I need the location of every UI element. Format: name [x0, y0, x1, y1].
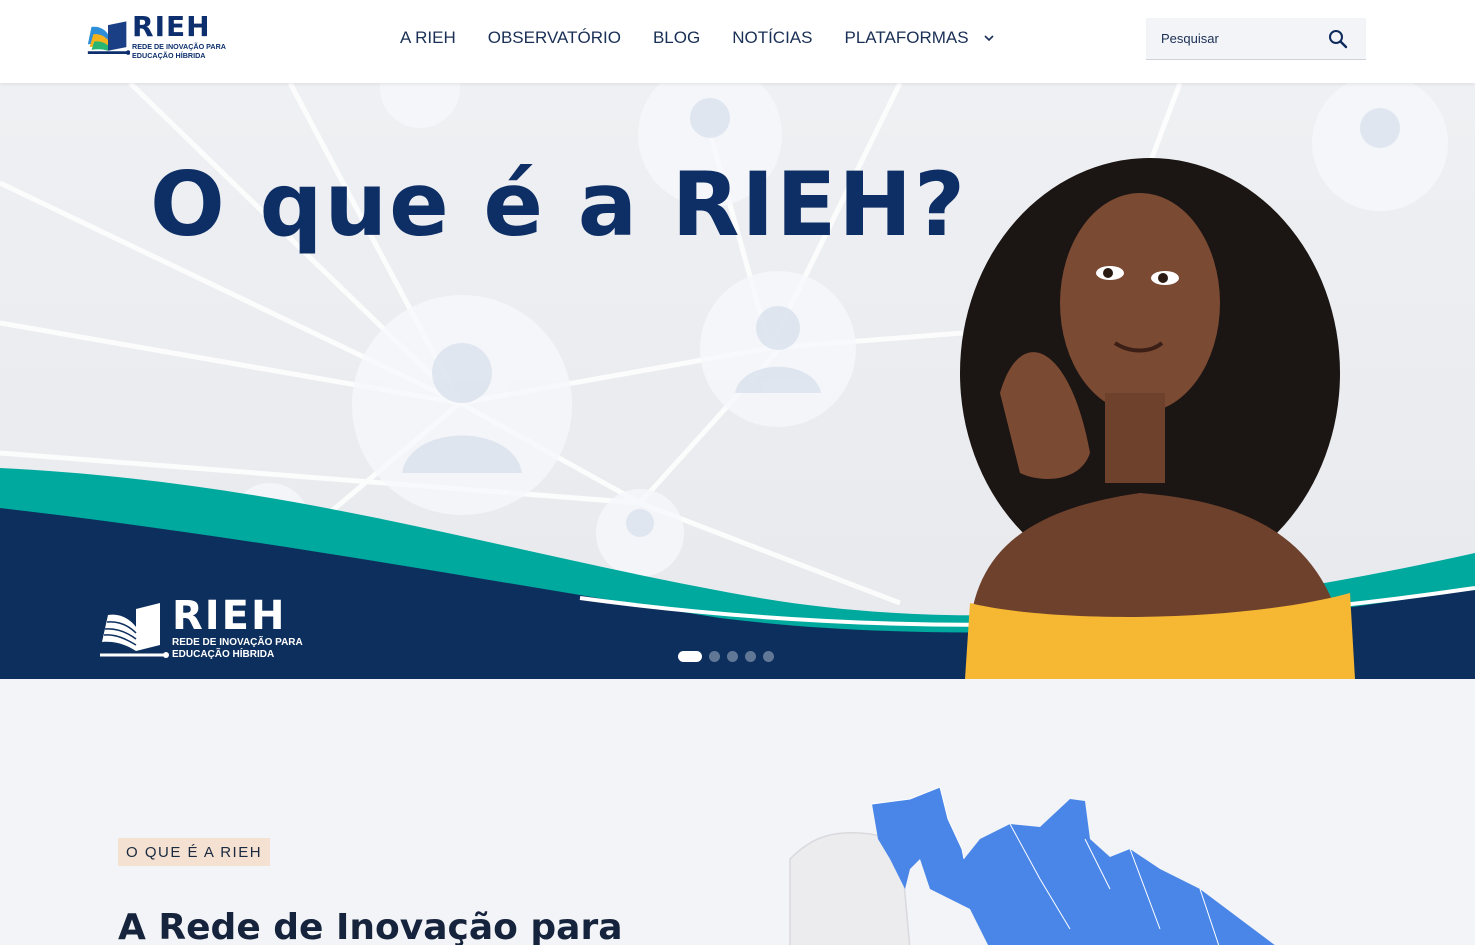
about-heading-bold: Rede de Inovação para	[158, 907, 623, 945]
carousel-dot-5[interactable]	[763, 651, 774, 662]
nav-item-plataformas-label: PLATAFORMAS	[844, 28, 969, 47]
site-header: RIEH REDE DE INOVAÇÃO PARA EDUCAÇÃO HÍBR…	[0, 0, 1475, 83]
hero-logo-subtitle-line1: REDE DE INOVAÇÃO PARA	[172, 637, 303, 648]
hero-logo-text: RIEH REDE DE INOVAÇÃO PARA EDUCAÇÃO HÍBR…	[172, 595, 303, 661]
hero-logo: RIEH REDE DE INOVAÇÃO PARA EDUCAÇÃO HÍBR…	[100, 595, 303, 663]
carousel-dot-3[interactable]	[727, 651, 738, 662]
brazil-map	[789, 786, 1275, 945]
logo-book-icon	[87, 21, 131, 55]
about-section: O QUE É A RIEH A Rede de Inovação para	[0, 679, 1475, 945]
carousel-dots	[678, 651, 781, 662]
chevron-down-icon	[983, 35, 994, 42]
search-input[interactable]	[1161, 31, 1311, 46]
carousel-dot-1[interactable]	[678, 651, 702, 662]
nav-item-a-rieh[interactable]: A RIEH	[400, 28, 456, 48]
logo-title: RIEH	[132, 10, 211, 43]
hero-title: O que é a RIEH?	[150, 153, 968, 256]
nav-item-blog[interactable]: BLOG	[653, 28, 700, 48]
search-box	[1146, 18, 1366, 60]
carousel-dot-4[interactable]	[745, 651, 756, 662]
hero-banner: O que é a RIEH? RIEH REDE DE INOVAÇÃO PA…	[0, 83, 1475, 679]
nav-item-observatorio[interactable]: OBSERVATÓRIO	[488, 28, 621, 48]
search-icon[interactable]	[1328, 29, 1348, 49]
hero-person-illustration	[960, 158, 1355, 679]
logo-text: RIEH REDE DE INOVAÇÃO PARA EDUCAÇÃO HÍBR…	[132, 10, 226, 61]
logo-subtitle-line1: REDE DE INOVAÇÃO PARA	[132, 42, 226, 51]
logo-book-icon	[100, 603, 169, 658]
logo-subtitle-line2: EDUCAÇÃO HÍBRIDA	[132, 51, 206, 60]
carousel-dot-2[interactable]	[709, 651, 720, 662]
nav-item-plataformas[interactable]: PLATAFORMAS	[845, 28, 995, 48]
about-heading: A Rede de Inovação para	[118, 907, 623, 945]
nav-item-noticias[interactable]: NOTÍCIAS	[732, 28, 812, 48]
site-logo[interactable]: RIEH REDE DE INOVAÇÃO PARA EDUCAÇÃO HÍBR…	[86, 12, 226, 64]
main-nav: A RIEH OBSERVATÓRIO BLOG NOTÍCIAS PLATAF…	[400, 28, 995, 48]
hero-logo-subtitle-line2: EDUCAÇÃO HÍBRIDA	[172, 649, 275, 660]
hero-logo-title: RIEH	[172, 593, 287, 639]
section-badge: O QUE É A RIEH	[118, 838, 271, 866]
about-heading-prefix: A	[118, 907, 159, 945]
